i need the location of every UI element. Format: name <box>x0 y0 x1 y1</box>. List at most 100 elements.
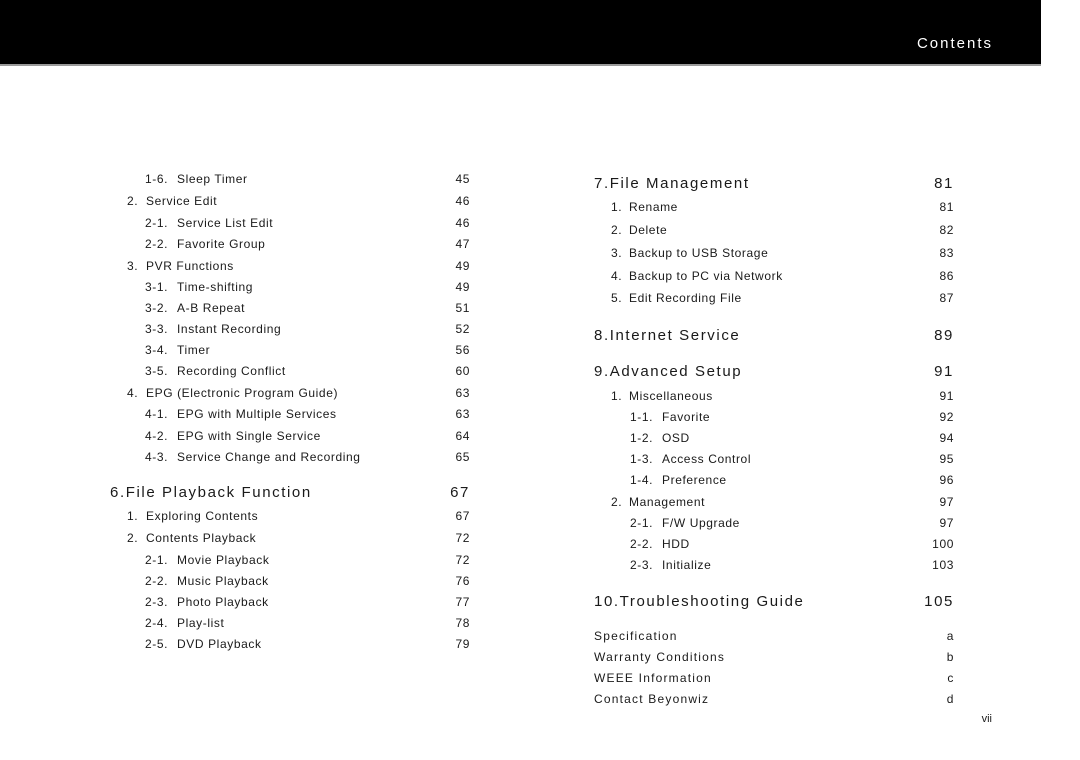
toc-entry-label: Rename <box>629 200 678 214</box>
toc-entry-number: 1-6. <box>145 172 169 186</box>
toc-chapter[interactable]: 7.File Management <box>594 175 750 192</box>
toc-entry-page: 67 <box>450 484 470 501</box>
toc-entry-label: Preference <box>662 473 727 487</box>
toc-entry[interactable]: 1. Rename <box>611 200 678 214</box>
toc-entry-page: 49 <box>455 280 470 294</box>
toc-entry[interactable]: 4. Backup to PC via Network <box>611 269 783 283</box>
toc-entry[interactable]: 2-2. Favorite Group <box>145 237 265 251</box>
toc-entry[interactable]: 4-3. Service Change and Recording <box>145 450 361 464</box>
toc-chapter[interactable]: 9.Advanced Setup <box>594 363 742 380</box>
toc-entry-label: A-B Repeat <box>177 301 246 315</box>
toc-entry[interactable]: 4. EPG (Electronic Program Guide) <box>127 386 338 400</box>
toc-entry-page: 105 <box>924 593 954 610</box>
toc-entry[interactable]: 4-1. EPG with Multiple Services <box>145 407 337 421</box>
toc-entry[interactable]: 2-4. Play-list <box>145 616 224 630</box>
toc-entry[interactable]: 1-3. Access Control <box>630 452 751 466</box>
appendix-entry[interactable]: Warranty Conditions <box>594 650 725 664</box>
toc-entry-number: 7. <box>594 175 610 192</box>
toc-entry[interactable]: 1-1. Favorite <box>630 410 710 424</box>
toc-entry[interactable]: 3-5. Recording Conflict <box>145 364 286 378</box>
toc-entry-number: 2. <box>611 223 623 237</box>
toc-entry-label: Backup to USB Storage <box>629 246 769 260</box>
toc-entry[interactable]: 2. Management <box>611 495 705 509</box>
toc-entry-label: DVD Playback <box>177 637 262 651</box>
toc-entry-label: EPG with Multiple Services <box>177 407 337 421</box>
toc-entry-label: Delete <box>629 223 668 237</box>
toc-entry[interactable]: 3-3. Instant Recording <box>145 322 281 336</box>
toc-entry-page: 56 <box>455 343 470 357</box>
appendix-label: Contact Beyonwiz <box>594 692 710 706</box>
toc-entry[interactable]: 3-2. A-B Repeat <box>145 301 245 315</box>
toc-entry-label: Backup to PC via Network <box>629 269 783 283</box>
toc-entry[interactable]: 3. Backup to USB Storage <box>611 246 768 260</box>
toc-entry-number: 2-2. <box>145 574 169 588</box>
toc-entry-label: Edit Recording File <box>629 291 742 305</box>
toc-entry[interactable]: 4-2. EPG with Single Service <box>145 429 321 443</box>
toc-entry-label: EPG with Single Service <box>177 429 321 443</box>
toc-entry-number: 1-1. <box>630 410 654 424</box>
toc-entry-page: 86 <box>939 269 954 283</box>
toc-entry-label: Timer <box>177 343 211 357</box>
toc-entry-number: 3-4. <box>145 343 169 357</box>
toc-entry-page: 51 <box>455 301 470 315</box>
toc-entry-number: 3-3. <box>145 322 169 336</box>
toc-entry[interactable]: 1. Exploring Contents <box>127 509 258 523</box>
toc-entry-page: 87 <box>939 291 954 305</box>
toc-entry[interactable]: 2-1. Service List Edit <box>145 216 273 230</box>
toc-entry-number: 2. <box>127 531 139 545</box>
toc-entry[interactable]: 2-1. F/W Upgrade <box>630 516 740 530</box>
toc-entry-number: 3-1. <box>145 280 169 294</box>
toc-entry[interactable]: 2-5. DVD Playback <box>145 637 262 651</box>
toc-entry-number: 2-3. <box>145 595 169 609</box>
toc-entry[interactable]: 1-4. Preference <box>630 473 727 487</box>
toc-entry[interactable]: 2. Service Edit <box>127 194 217 208</box>
toc-entry-number: 2-1. <box>145 216 169 230</box>
toc-entry-page: 65 <box>455 450 470 464</box>
toc-entry[interactable]: 2. Contents Playback <box>127 531 256 545</box>
toc-entry-number: 3. <box>127 259 139 273</box>
toc-entry[interactable]: 2-2. HDD <box>630 537 690 551</box>
toc-entry[interactable]: 3. PVR Functions <box>127 259 234 273</box>
toc-entry-label: Photo Playback <box>177 595 269 609</box>
toc-entry-page: 52 <box>455 322 470 336</box>
toc-entry-page: 72 <box>455 553 470 567</box>
toc-entry-label: OSD <box>662 431 690 445</box>
toc-entry-page: 83 <box>939 246 954 260</box>
toc-entry-label: File Playback Function <box>125 484 312 501</box>
toc-entry-page: 63 <box>455 407 470 421</box>
appendix-entry[interactable]: WEEE Information <box>594 671 712 685</box>
toc-entry[interactable]: 1. Miscellaneous <box>611 389 713 403</box>
toc-entry[interactable]: 2-1. Movie Playback <box>145 553 269 567</box>
toc-chapter[interactable]: 10.Troubleshooting Guide <box>594 593 804 610</box>
toc-entry-page: 91 <box>939 389 954 403</box>
toc-entry-number: 2-3. <box>630 558 654 572</box>
toc-entry[interactable]: 2-2. Music Playback <box>145 574 269 588</box>
toc-entry[interactable]: 2-3. Initialize <box>630 558 711 572</box>
appendix-entry[interactable]: Specification <box>594 629 678 643</box>
toc-entry-number: 4-2. <box>145 429 169 443</box>
toc-entry-number: 2-2. <box>630 537 654 551</box>
toc-entry-page: 81 <box>934 175 954 192</box>
toc-entry[interactable]: 2-3. Photo Playback <box>145 595 269 609</box>
toc-entry[interactable]: 3-1. Time-shifting <box>145 280 253 294</box>
toc-entry-page: 46 <box>455 216 470 230</box>
toc-entry[interactable]: 3-4. Timer <box>145 343 210 357</box>
toc-entry[interactable]: 5. Edit Recording File <box>611 291 742 305</box>
toc-entry[interactable]: 1-2. OSD <box>630 431 690 445</box>
toc-entry-label: Initialize <box>662 558 712 572</box>
toc-chapter[interactable]: 8.Internet Service <box>594 327 740 344</box>
toc-entry-page: 46 <box>455 194 470 208</box>
toc-entry-number: 4-3. <box>145 450 169 464</box>
toc-entry-label: Instant Recording <box>177 322 282 336</box>
toc-entry-number: 2-5. <box>145 637 169 651</box>
toc-entry-page: 89 <box>934 327 954 344</box>
toc-entry[interactable]: 2. Delete <box>611 223 667 237</box>
toc-entry-number: 2-1. <box>145 553 169 567</box>
toc-entry-number: 2-2. <box>145 237 169 251</box>
toc-entry-label: Miscellaneous <box>629 389 713 403</box>
toc-entry[interactable]: 1-6. Sleep Timer <box>145 172 248 186</box>
toc-chapter[interactable]: 6.File Playback Function <box>110 484 312 501</box>
appendix-entry[interactable]: Contact Beyonwiz <box>594 692 709 706</box>
toc-entry-page: 94 <box>939 431 954 445</box>
toc-entry-label: Internet Service <box>609 327 741 344</box>
